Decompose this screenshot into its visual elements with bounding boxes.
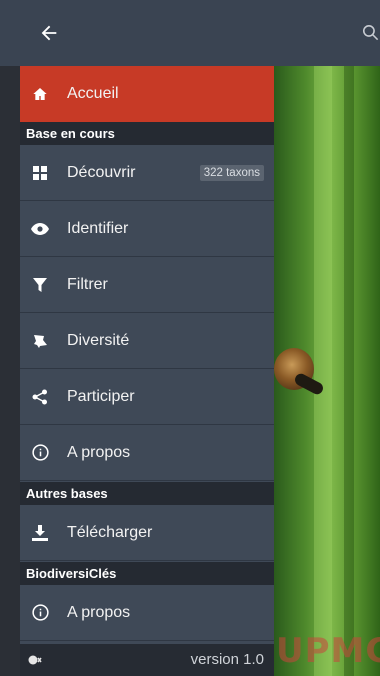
navigation-drawer: Accueil Base en cours Découvrir 322 taxo…: [20, 66, 274, 676]
left-edge: [0, 66, 20, 676]
filter-icon: [30, 275, 50, 295]
nav-item-label: A propos: [67, 443, 131, 461]
section-header-other: Autres bases: [20, 482, 274, 505]
download-icon: [30, 523, 50, 543]
nav-item-label: Accueil: [67, 85, 119, 102]
nav-item-download[interactable]: Télécharger: [20, 505, 274, 561]
key-icon: [28, 655, 42, 665]
grid-icon: [30, 163, 50, 183]
nav-item-identify[interactable]: Identifier: [20, 201, 274, 257]
upmc-logo: UPMC: [276, 631, 380, 671]
nav-item-home[interactable]: Accueil: [20, 66, 274, 122]
home-icon: [30, 84, 50, 104]
arrow-left-icon[interactable]: [38, 22, 60, 44]
nav-item-filter[interactable]: Filtrer: [20, 257, 274, 313]
nav-item-participate[interactable]: Participer: [20, 369, 274, 425]
nav-item-label: A propos: [67, 603, 131, 621]
info-icon: [30, 443, 50, 463]
nav-item-about-app[interactable]: A propos: [20, 585, 274, 641]
app-bar: [0, 0, 380, 66]
nav-item-discover[interactable]: Découvrir 322 taxons: [20, 145, 274, 201]
nav-item-diversity[interactable]: Diversité: [20, 313, 274, 369]
nav-item-label: Diversité: [67, 331, 130, 349]
nav-item-label: Découvrir: [67, 163, 136, 181]
nav-item-label: Participer: [67, 387, 135, 405]
share-icon: [30, 387, 50, 407]
section-header-current: Base en cours: [20, 122, 274, 145]
eye-icon: [30, 219, 50, 239]
nav-item-about-base[interactable]: A propos: [20, 425, 274, 481]
nav-item-label: Identifier: [67, 219, 129, 237]
info-icon: [30, 603, 50, 623]
bug-icon: [30, 331, 50, 351]
search-icon[interactable]: [361, 23, 380, 42]
background-photo: UPMC: [274, 66, 380, 676]
taxon-count-badge: 322 taxons: [199, 164, 264, 181]
leaf-highlight: [314, 66, 332, 676]
nav-item-label: Télécharger: [67, 523, 153, 541]
nav-item-label: Filtrer: [67, 275, 108, 293]
section-header-app: BiodiversiClés: [20, 562, 274, 585]
leaf-shadow: [344, 66, 354, 676]
version-label: version 1.0: [190, 651, 264, 668]
drawer-footer: version 1.0: [20, 644, 274, 676]
